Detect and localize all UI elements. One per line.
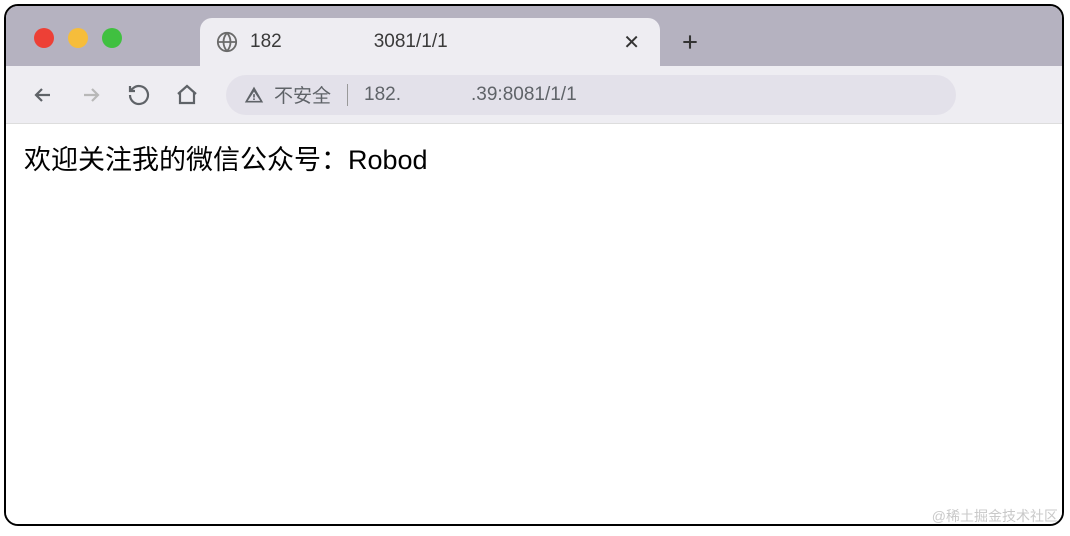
tabs-area: 182 3081/1/1 ✕ <box>200 6 710 66</box>
page-body-text: 欢迎关注我的微信公众号：Robod <box>24 138 1044 177</box>
toolbar: 不安全 182. .39:8081/1/1 <box>6 66 1062 124</box>
forward-button[interactable] <box>74 78 108 112</box>
address-divider <box>347 84 348 106</box>
url-mask <box>401 85 471 105</box>
url-text: 182. .39:8081/1/1 <box>364 84 577 106</box>
tab-title-prefix: 182 <box>250 31 282 52</box>
address-bar[interactable]: 不安全 182. .39:8081/1/1 <box>226 75 956 115</box>
reload-icon <box>127 83 151 107</box>
plus-icon <box>680 32 700 52</box>
reload-button[interactable] <box>122 78 156 112</box>
home-icon <box>175 83 199 107</box>
tab-title: 182 3081/1/1 <box>250 31 607 53</box>
arrow-right-icon <box>79 83 103 107</box>
insecure-label: 不安全 <box>274 81 331 108</box>
back-button[interactable] <box>26 78 60 112</box>
page-content: 欢迎关注我的微信公众号：Robod <box>6 124 1062 524</box>
close-window-button[interactable] <box>34 28 54 48</box>
globe-icon <box>216 31 238 53</box>
watermark: @稀土掘金技术社区 <box>932 506 1058 526</box>
tab-title-mask <box>282 32 374 52</box>
close-tab-button[interactable]: ✕ <box>619 30 644 55</box>
home-button[interactable] <box>170 78 204 112</box>
maximize-window-button[interactable] <box>102 28 122 48</box>
url-prefix: 182. <box>364 84 401 106</box>
tab-title-suffix: 3081/1/1 <box>374 31 448 52</box>
url-suffix: .39:8081/1/1 <box>471 84 577 106</box>
tab-bar: 182 3081/1/1 ✕ <box>6 6 1062 66</box>
new-tab-button[interactable] <box>670 18 710 66</box>
arrow-left-icon <box>31 83 55 107</box>
window-controls <box>34 28 122 48</box>
browser-tab[interactable]: 182 3081/1/1 ✕ <box>200 18 660 66</box>
warning-icon <box>244 85 264 105</box>
minimize-window-button[interactable] <box>68 28 88 48</box>
browser-window: 182 3081/1/1 ✕ <box>4 4 1064 526</box>
